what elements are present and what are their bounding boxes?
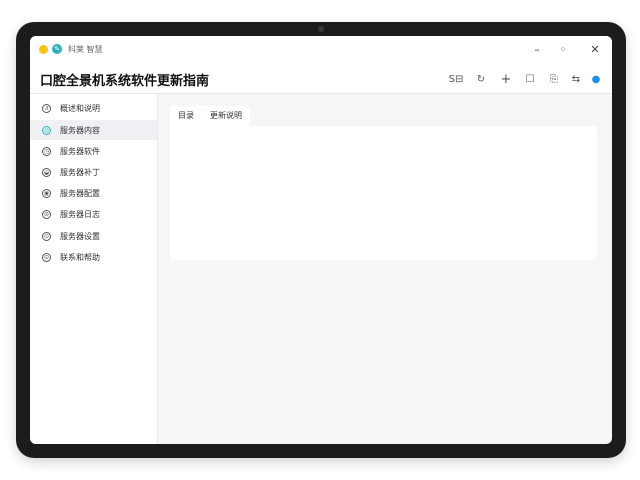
camera-dot (318, 26, 324, 32)
content-tabs: 目录 更新说明 (170, 106, 250, 126)
app-name: 科莱 智慧 (68, 45, 103, 54)
sidebar-item-label: 服务器内容 (60, 125, 100, 135)
sidebar-item-software[interactable]: ◷ 服务器软件 (30, 141, 157, 161)
tab-contents[interactable]: 目录 (170, 106, 202, 126)
refresh-icon[interactable]: ↻ (473, 71, 489, 87)
file-icon[interactable]: ⎘ (546, 71, 562, 87)
tab-update-notes[interactable]: 更新说明 (202, 106, 250, 126)
page-title: 口腔全景机系统软件更新指南 (40, 74, 210, 89)
sidebar-icon: ◷ (42, 146, 51, 156)
sidebar-item-help[interactable]: ⊝ 联系和帮助 (30, 247, 157, 267)
sidebar-item-label: 服务器补丁 (60, 167, 100, 177)
sidebar-icon: ◒ (42, 167, 51, 177)
sidebar-item-label: 联系和帮助 (60, 252, 100, 262)
sidebar-item-label: 服务器日志 (60, 209, 100, 219)
sidebar-item-config[interactable]: ◉ 服务器配置 (30, 183, 157, 203)
sidebar-item-label: 服务器设置 (60, 231, 100, 241)
app-logo-icon: ✎ (52, 44, 62, 54)
sidebar-item-label: 服务器配置 (60, 188, 100, 198)
sidebar-icon: ⊝ (42, 252, 51, 262)
content-panel (170, 126, 597, 260)
restore-button[interactable]: ◦ (556, 42, 570, 56)
sidebar-item-settings[interactable]: ⊙ 服务器设置 (30, 226, 157, 246)
tablet-frame: ✎ 科莱 智慧 – ◦ ✕ 口腔全景机系统软件更新指南 S⊟ ↻ + ☐ ⎘ ⇆… (16, 22, 626, 458)
sidebar-icon: ⊜ (42, 209, 51, 219)
window-icon[interactable]: ☐ (522, 71, 538, 87)
status-dot-icon (39, 45, 48, 54)
app-window: ✎ 科莱 智慧 – ◦ ✕ 口腔全景机系统软件更新指南 S⊟ ↻ + ☐ ⎘ ⇆… (30, 36, 612, 444)
sidebar-item-label: 服务器软件 (60, 146, 100, 156)
sidebar-item-content[interactable]: ◎ 服务器内容 (30, 120, 157, 140)
sidebar-item-log[interactable]: ⊜ 服务器日志 (30, 204, 157, 224)
add-icon[interactable]: + (498, 71, 514, 87)
sidebar-item-overview[interactable]: ∂ 概述和说明 (30, 98, 157, 118)
sidebar-icon: ∂ (42, 103, 51, 113)
layout-icon[interactable]: ⇆ (568, 71, 584, 87)
minimize-button[interactable]: – (530, 42, 544, 56)
sidebar-item-patch[interactable]: ◒ 服务器补丁 (30, 162, 157, 182)
window-topbar: ✎ 科莱 智慧 – ◦ ✕ (30, 36, 612, 64)
sidebar-item-label: 概述和说明 (60, 103, 100, 113)
chat-icon[interactable]: ● (588, 71, 604, 87)
sidebar: ∂ 概述和说明 ◎ 服务器内容 ◷ 服务器软件 ◒ 服务器补丁 ◉ 服务器配置 … (30, 94, 158, 444)
sidebar-icon: ◎ (42, 125, 51, 135)
close-button[interactable]: ✕ (588, 42, 602, 56)
sidebar-icon: ◉ (42, 188, 51, 198)
text-tool-button[interactable]: S⊟ (448, 71, 464, 87)
title-bar: 口腔全景机系统软件更新指南 S⊟ ↻ + ☐ ⎘ ⇆ ● (30, 64, 612, 94)
sidebar-icon: ⊙ (42, 231, 51, 241)
